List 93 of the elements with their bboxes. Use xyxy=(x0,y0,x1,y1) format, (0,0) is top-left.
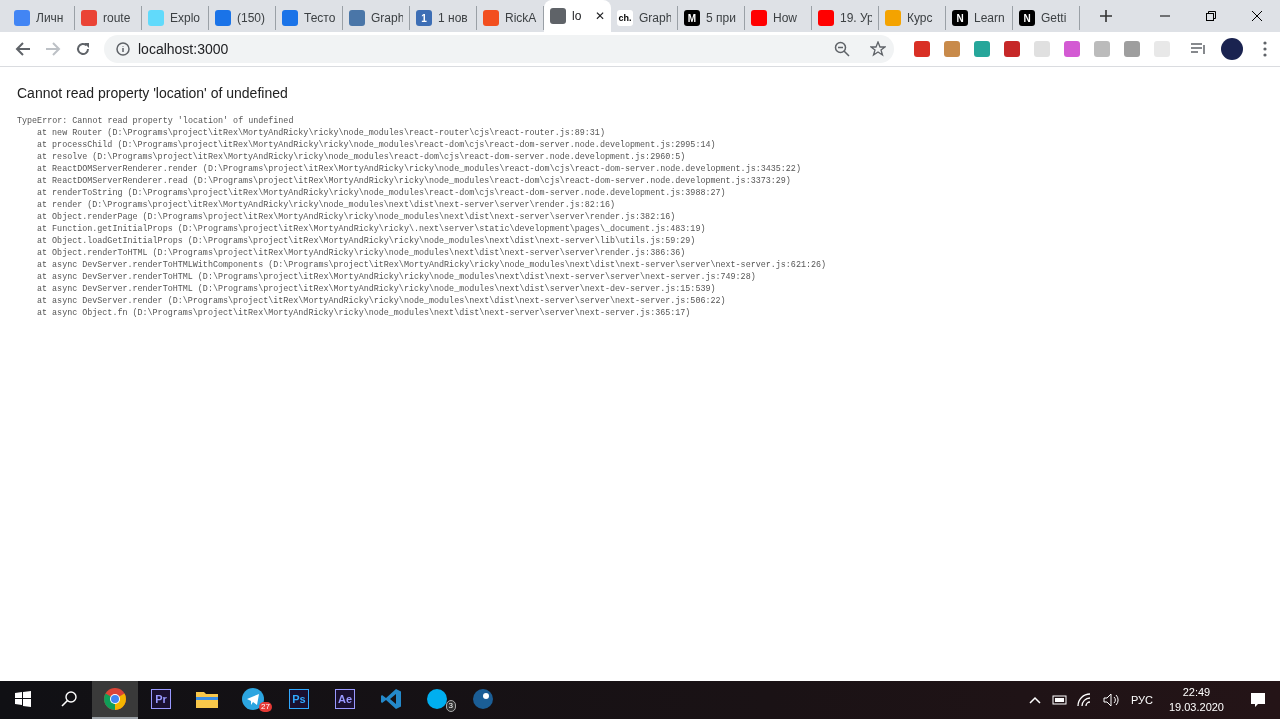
menu-icon[interactable] xyxy=(1263,41,1267,57)
stack-line: at new Router (D:\Programs\project\itRex\MortyAndRicky\ricky\node_modules\react-router\cjs\react-router.js:89:31) xyxy=(36,127,606,139)
address-bar[interactable]: localhost:3000 xyxy=(104,35,894,63)
browser-tab[interactable]: Тесто xyxy=(276,6,343,30)
battery-icon[interactable] xyxy=(1050,695,1067,705)
tab-title: Graph xyxy=(639,11,671,25)
browser-tab[interactable]: Курс xyxy=(879,6,946,30)
stack-line: at Object.renderPage (D:\Programs\project\itRex\MortyAndRicky\ricky\node_modules\next\dist\next-server\server\render.js:382:16) xyxy=(36,211,677,223)
app-icon: Pr xyxy=(151,689,171,709)
browser-tab[interactable]: Explo xyxy=(142,6,209,30)
app-icon: Ps xyxy=(289,689,309,709)
notification-icon[interactable] xyxy=(1250,692,1266,708)
taskbar-app[interactable]: Ae xyxy=(322,681,368,719)
taskbar-app[interactable]: 27 xyxy=(230,681,276,719)
chevron-up-icon[interactable] xyxy=(1028,696,1041,704)
stack-line: at renderToString (D:\Programs\project\itRex\MortyAndRicky\ricky\node_modules\react-dom\cjs\react-dom-server.node.development.js:3988:27) xyxy=(36,187,727,199)
close-button[interactable]: ✕ xyxy=(595,9,605,23)
language-indicator[interactable]: РУС xyxy=(1130,694,1153,706)
tab-favicon-icon xyxy=(751,10,767,26)
browser-tab[interactable]: How xyxy=(745,6,812,30)
count-badge: 27 xyxy=(259,702,272,712)
media-icon[interactable] xyxy=(1191,42,1207,56)
tab-title: Explo xyxy=(170,11,202,25)
count-badge: 3 xyxy=(445,700,456,712)
browser-tab[interactable]: route xyxy=(75,6,142,30)
stack-line: at Function.getInitialProps (D:\Programs\project\itRex\MortyAndRicky\ricky\.next\server\static\development\pages\_document.js:483:19) xyxy=(36,223,707,235)
stack-line: at render (D:\Programs\project\itRex\MortyAndRicky\ricky\node_modules\next\dist\next-server\server\render.js:82:16) xyxy=(36,199,616,211)
tab-title: 5 при xyxy=(706,11,737,25)
taskbar-app[interactable]: Ps xyxy=(276,681,322,719)
error-title: Cannot read property 'location' of undefined xyxy=(17,85,289,101)
tab-favicon-icon xyxy=(349,10,365,26)
stack-line: at async DevServer.renderToHTML (D:\Programs\project\itRex\MortyAndRicky\ricky\node_modules\next\dist\server\next-dev-server.js:15:539) xyxy=(36,283,717,295)
tab-title: Тесто xyxy=(304,11,336,25)
taskbar-app[interactable] xyxy=(92,681,138,719)
tab-favicon-icon xyxy=(550,8,566,24)
tab-title: Getti xyxy=(1041,11,1068,25)
stack-line: at Object.loadGetInitialProps (D:\Programs\project\itRex\MortyAndRicky\ricky\node_modules\next\dist\next-server\lib\utils.js:59:29) xyxy=(36,235,697,247)
taskbar-app[interactable]: 3 xyxy=(414,681,460,719)
info-icon xyxy=(116,42,130,56)
tab-favicon-icon xyxy=(148,10,164,26)
browser-tab[interactable]: (150) xyxy=(209,6,276,30)
tab-title: route xyxy=(103,11,132,25)
folder-icon xyxy=(196,690,218,708)
tab-favicon-icon xyxy=(483,10,499,26)
browser-tab[interactable]: ch. Graph xyxy=(611,6,678,30)
avatar-icon[interactable] xyxy=(1221,38,1243,60)
stack-line: at ReactDOMServerRenderer.render (D:\Programs\project\itRex\MortyAndRicky\ricky\node_modules\react-dom\cjs\react-dom-server.node.development.js:3435:22) xyxy=(36,163,802,175)
browser-tab[interactable]: 1 1 нов xyxy=(410,6,477,30)
tab-title: Learn xyxy=(974,11,1006,25)
tab-favicon: M xyxy=(684,10,700,26)
tab-favicon-icon xyxy=(215,10,231,26)
tab-favicon: ch. xyxy=(617,10,633,26)
tab-title: Личн xyxy=(36,11,65,25)
tab-title: How xyxy=(773,11,798,25)
vscode-icon xyxy=(380,688,402,710)
tab-favicon: 1 xyxy=(416,10,432,26)
chrome-icon xyxy=(104,688,126,710)
stack-line: at async DevServer.render (D:\Programs\project\itRex\MortyAndRicky\ricky\node_modules\next\dist\next-server\server\next-server.js:506:22) xyxy=(36,295,727,307)
tab-title: lo xyxy=(572,9,583,23)
browser-tab[interactable]: Личн xyxy=(8,6,75,30)
error-message: TypeError: Cannot read property 'location' of undefined xyxy=(17,115,295,127)
stack-line: at Object.renderToHTML (D:\Programs\project\itRex\MortyAndRicky\ricky\node_modules\next\dist\next-server\server\render.js:386:36) xyxy=(36,247,687,259)
tab-favicon-icon xyxy=(818,10,834,26)
clock[interactable]: 22:49 19.03.2020 xyxy=(1168,685,1224,715)
wifi-icon[interactable] xyxy=(1076,693,1093,707)
browser-tab[interactable]: N Getti xyxy=(1013,6,1080,30)
tab-title: 1 нов xyxy=(438,11,469,25)
tab-title: (150) xyxy=(237,11,266,25)
app-icon: Ae xyxy=(335,689,355,709)
tab-title: Курс xyxy=(907,11,934,25)
tab-favicon-icon xyxy=(81,10,97,26)
tab-title: Graph xyxy=(371,11,403,25)
browser-tab[interactable]: RickA xyxy=(477,6,544,30)
tab-favicon-icon xyxy=(282,10,298,26)
star-icon[interactable] xyxy=(870,41,886,57)
tab-favicon: N xyxy=(1019,10,1035,26)
tab-favicon-icon xyxy=(14,10,30,26)
volume-icon[interactable] xyxy=(1102,693,1121,707)
browser-tab[interactable]: Graph xyxy=(343,6,410,30)
stack-line: at ReactDOMServerRenderer.read (D:\Programs\project\itRex\MortyAndRicky\ricky\node_modules\react-dom\cjs\react-dom-server.node.development.js:3373:29) xyxy=(36,175,792,187)
browser-tab[interactable]: N Learn xyxy=(946,6,1013,30)
tab-favicon: N xyxy=(952,10,968,26)
tab-favicon-icon xyxy=(885,10,901,26)
browser-tab[interactable]: M 5 при xyxy=(678,6,745,30)
tab-title: RickA xyxy=(505,11,537,25)
stack-line: at async DevServer.renderToHTMLWithComponents (D:\Programs\project\itRex\MortyAndRicky\ricky\node_modules\next\dist\next-server\server\next-server.js:621:26) xyxy=(36,259,828,271)
zoom-out-icon[interactable] xyxy=(834,41,850,57)
stack-line: at processChild (D:\Programs\project\itRex\MortyAndRicky\ricky\node_modules\react-dom\cjs\react-dom-server.node.development.js:2995:14) xyxy=(36,139,717,151)
browser-tab[interactable]: lo ✕ xyxy=(544,0,611,32)
stack-line: at async Object.fn (D:\Programs\project\itRex\MortyAndRicky\ricky\node_modules\next\dist\next-server\server\next-server.js:365:17) xyxy=(36,307,692,319)
stack-line: at resolve (D:\Programs\project\itRex\MortyAndRicky\ricky\node_modules\react-dom\cjs\react-dom-server.node.development.js:2960:5) xyxy=(36,151,687,163)
stack-line: at async DevServer.renderToHTML (D:\Programs\project\itRex\MortyAndRicky\ricky\node_modules\next\dist\next-server\server\next-server.js:749:28) xyxy=(36,271,757,283)
taskbar-app[interactable]: Pr xyxy=(138,681,184,719)
